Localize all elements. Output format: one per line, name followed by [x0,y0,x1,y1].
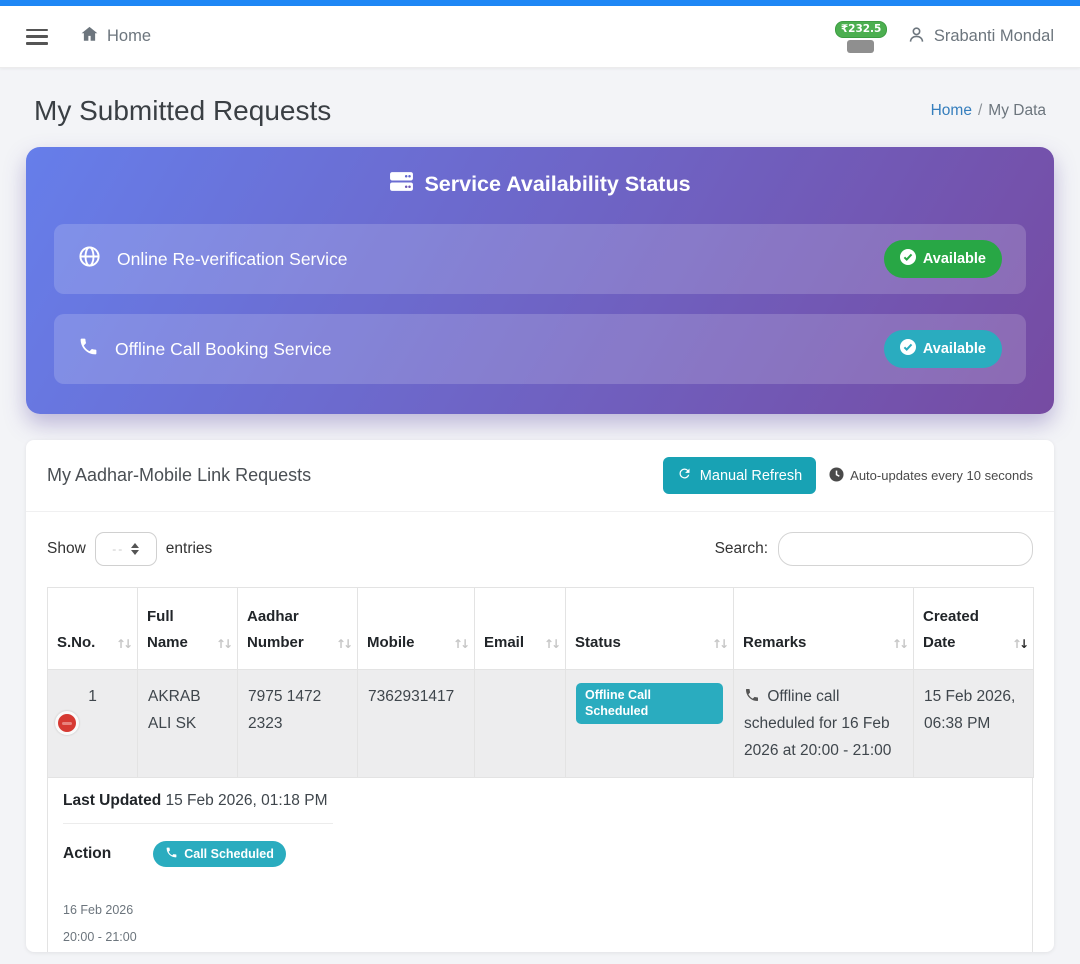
navbar: Home ₹232.5 Srabanti Mondal [0,6,1080,68]
sort-icon: ↑↓ [453,634,467,654]
column-header-full-name[interactable]: Full Name↑↓ [138,588,238,670]
status-badge-available: Available [884,240,1002,278]
table-header-row: S.No.↑↓ Full Name↑↓ Aadhar Number↑↓ Mobi… [48,588,1034,670]
search-input[interactable] [778,532,1033,566]
page-title: My Submitted Requests [34,95,331,127]
scheduled-call-date: 16 Feb 2026 [63,903,1017,917]
wallet-icon [847,40,874,53]
phone-icon [744,690,764,707]
scheduled-call-time: 20:00 - 21:00 [63,930,1017,944]
service-name: Online Re-verification Service [117,249,348,270]
breadcrumb-current: My Data [988,102,1046,119]
user-name: Srabanti Mondal [934,27,1054,46]
breadcrumb-home-link[interactable]: Home [931,102,972,119]
requests-table: S.No.↑↓ Full Name↑↓ Aadhar Number↑↓ Mobi… [47,587,1034,778]
action-label: Action [63,845,111,863]
status-badge-offline-call-scheduled: Offline Call Scheduled [576,683,723,724]
clock-icon [829,467,844,485]
sort-icon: ↑↓ [216,634,230,654]
column-header-created-date[interactable]: Created Date↑↓ [914,588,1034,670]
entries-per-page-select[interactable]: -- [95,532,157,566]
service-availability-panel: Service Availability Status Online Re-ve… [26,147,1054,414]
call-scheduled-badge[interactable]: Call Scheduled [153,841,286,867]
column-header-mobile[interactable]: Mobile↑↓ [358,588,475,670]
user-menu[interactable]: Srabanti Mondal [907,25,1054,49]
sort-icon: ↑↓ [336,634,350,654]
nav-home-link[interactable]: Home [80,25,151,48]
nav-home-label: Home [107,27,151,46]
cell-email [475,670,566,778]
column-header-email[interactable]: Email↑↓ [475,588,566,670]
cell-mobile: 7362931417 [358,670,475,778]
last-updated-label: Last Updated [63,792,165,809]
breadcrumb-separator: / [978,102,982,119]
column-header-sno[interactable]: S.No.↑↓ [48,588,138,670]
cell-sno: 1 [48,670,138,778]
cell-status: Offline Call Scheduled [566,670,734,778]
cell-aadhar-number: 7975 1472 2323 [238,670,358,778]
globe-icon [78,245,101,273]
column-header-aadhar-number[interactable]: Aadhar Number↑↓ [238,588,358,670]
refresh-icon [677,466,692,485]
entries-label: entries [166,540,213,558]
breadcrumb: Home / My Data [931,102,1046,120]
cell-full-name: AKRAB ALI SK [138,670,238,778]
column-header-remarks[interactable]: Remarks↑↓ [734,588,914,670]
row-detail-panel: Last Updated 15 Feb 2026, 01:18 PM Actio… [47,778,1033,952]
server-icon [389,171,414,198]
user-icon [907,25,926,49]
cell-created-date: 15 Feb 2026, 06:38 PM [914,670,1034,778]
requests-card-title: My Aadhar-Mobile Link Requests [47,465,311,486]
status-badge-available: Available [884,330,1002,368]
service-row-online-reverification: Online Re-verification Service Available [54,224,1026,294]
sort-icon: ↑↓ [544,634,558,654]
last-updated-value: 15 Feb 2026, 01:18 PM [165,792,327,809]
show-label: Show [47,540,86,558]
sort-icon: ↑↓ [892,634,906,654]
balance-badge: ₹232.5 [835,21,888,38]
sort-icon-active: ↑↓ [1012,634,1026,654]
service-row-offline-call-booking: Offline Call Booking Service Available [54,314,1026,384]
sort-icon: ↑↓ [712,634,726,654]
sort-icon: ↑↓ [116,634,130,654]
hamburger-menu-icon[interactable] [26,29,48,45]
check-circle-icon [900,249,916,269]
table-row: 1 AKRAB ALI SK 7975 1472 2323 7362931417… [48,670,1034,778]
column-header-status[interactable]: Status↑↓ [566,588,734,670]
service-name: Offline Call Booking Service [115,339,332,360]
service-panel-title: Service Availability Status [424,172,690,197]
wallet-balance[interactable]: ₹232.5 [835,19,885,55]
phone-icon [78,336,99,362]
manual-refresh-button[interactable]: Manual Refresh [663,457,816,494]
phone-icon [165,846,178,862]
entries-select-value: -- [112,542,124,556]
search-label: Search: [715,540,768,558]
home-icon [80,25,99,48]
cell-remarks: Offline call scheduled for 16 Feb 2026 a… [734,670,914,778]
chevron-up-down-icon [131,543,139,555]
auto-update-note: Auto-updates every 10 seconds [829,467,1033,485]
check-circle-icon [900,339,916,359]
requests-card: My Aadhar-Mobile Link Requests Manual Re… [26,440,1054,952]
record-indicator-icon[interactable] [55,711,79,735]
